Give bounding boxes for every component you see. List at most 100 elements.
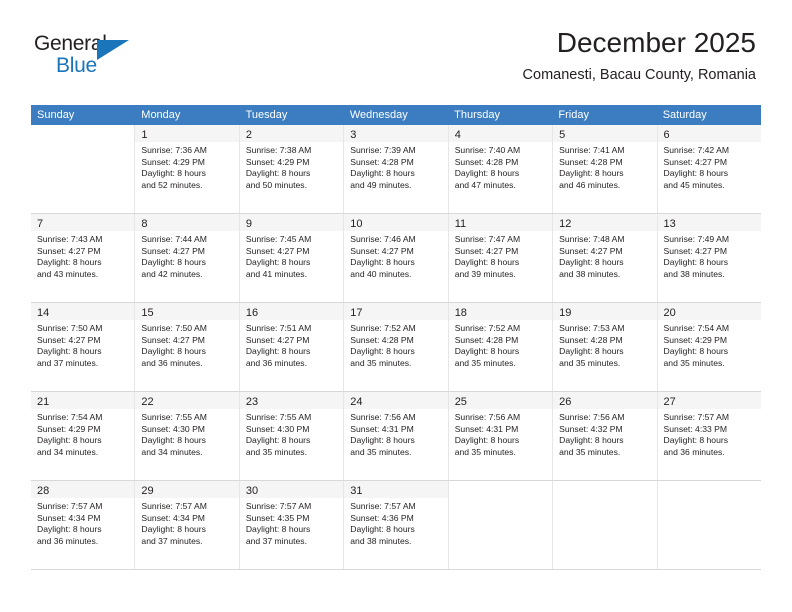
day-sun-info: Sunrise: 7:40 AM Sunset: 4:28 PM Daylight:… — [449, 142, 552, 191]
day-number: 11 — [454, 218, 467, 230]
day-number: 24 — [350, 396, 363, 408]
day-number-bar: 3 — [344, 125, 448, 142]
day-number-bar: 15 — [135, 303, 239, 320]
daylight-text-line1: Daylight: 8 hours — [141, 524, 206, 535]
sunrise-text: Sunrise: 7:47 AM — [454, 234, 521, 244]
sunrise-text: Sunrise: 7:46 AM — [350, 234, 416, 244]
day-number: 15 — [141, 307, 154, 319]
day-sun-info: Sunrise: 7:47 AM Sunset: 4:27 PM Daylight:… — [449, 231, 552, 280]
sunset-text: Sunset: 4:27 PM — [141, 334, 205, 345]
day-number-bar: 30 — [239, 481, 344, 498]
day-number-bar: 29 — [135, 481, 239, 498]
calendar-day-cell-16[interactable]: 16 Sunrise: 7:51 AM Sunset: 4:27 PM Dayligh… — [239, 303, 345, 391]
day-number-bar: 10 — [344, 214, 448, 231]
calendar-day-cell-28[interactable]: 28 Sunrise: 7:57 AM Sunset: 4:34 PM Dayligh… — [31, 481, 136, 569]
day-number: 22 — [141, 396, 154, 408]
sunset-text: Sunset: 4:29 PM — [141, 156, 205, 167]
general-blue-logo[interactable]: General Blue — [34, 32, 154, 84]
day-number: 25 — [454, 396, 467, 408]
daylight-text-line1: Daylight: 8 hours — [559, 435, 624, 446]
day-number: 9 — [245, 218, 252, 230]
day-number: 29 — [141, 485, 154, 497]
calendar-day-cell-5[interactable]: 5 Sunrise: 7:41 AM Sunset: 4:28 PM Daylight… — [553, 125, 658, 213]
daylight-text-line1: Daylight: 8 hours — [350, 435, 415, 446]
weekday-header-wednesday: Wednesday — [349, 109, 408, 121]
daylight-text-line1: Daylight: 8 hours — [350, 168, 415, 179]
sunset-text: Sunset: 4:27 PM — [37, 245, 101, 256]
sunrise-text: Sunrise: 7:55 AM — [141, 412, 207, 422]
sunrise-text: Sunrise: 7:40 AM — [454, 145, 521, 155]
calendar-day-cell-21[interactable]: 21 Sunrise: 7:54 AM Sunset: 4:29 PM Dayligh… — [31, 392, 136, 480]
calendar-day-cell-6[interactable]: 6 Sunrise: 7:42 AM Sunset: 4:27 PM Daylight… — [657, 125, 761, 213]
daylight-text-line2: and 39 minutes. — [454, 268, 516, 279]
calendar-day-cell-26[interactable]: 26 Sunrise: 7:56 AM Sunset: 4:32 PM Dayligh… — [553, 392, 658, 480]
day-number: 27 — [663, 396, 676, 408]
day-sun-info: Sunrise: 7:50 AM Sunset: 4:27 PM Daylight:… — [31, 320, 134, 369]
day-sun-info: Sunrise: 7:51 AM Sunset: 4:27 PM Daylight:… — [240, 320, 343, 369]
sunset-text: Sunset: 4:27 PM — [663, 245, 728, 256]
calendar-day-cell-15[interactable]: 15 Sunrise: 7:50 AM Sunset: 4:27 PM Dayligh… — [135, 303, 240, 391]
day-number: 10 — [350, 218, 363, 230]
calendar-day-cell-27[interactable]: 27 Sunrise: 7:57 AM Sunset: 4:33 PM Dayligh… — [657, 392, 761, 480]
daylight-text-line1: Daylight: 8 hours — [559, 346, 624, 357]
sunset-text: Sunset: 4:27 PM — [37, 334, 101, 345]
sunset-text: Sunset: 4:30 PM — [245, 423, 310, 434]
sunset-text: Sunset: 4:27 PM — [350, 245, 414, 256]
calendar-day-cell-9[interactable]: 9 Sunrise: 7:45 AM Sunset: 4:27 PM Daylight… — [239, 214, 345, 302]
calendar-day-cell-18[interactable]: 18 Sunrise: 7:52 AM Sunset: 4:28 PM Dayligh… — [448, 303, 554, 391]
weekday-header-row: Sunday Monday Tuesday Wednesday Thursday Frid… — [31, 105, 761, 125]
calendar-day-cell-19[interactable]: 19 Sunrise: 7:53 AM Sunset: 4:28 PM Dayligh… — [553, 303, 658, 391]
sunset-text: Sunset: 4:28 PM — [454, 334, 519, 345]
day-number-bar: 27 — [657, 392, 761, 409]
day-number: 1 — [141, 129, 148, 141]
calendar-day-cell-17[interactable]: 17 Sunrise: 7:52 AM Sunset: 4:28 PM Dayligh… — [344, 303, 449, 391]
calendar-day-cell-14[interactable]: 14 Sunrise: 7:50 AM Sunset: 4:27 PM Dayligh… — [31, 303, 136, 391]
calendar-day-cell-8[interactable]: 8 Sunrise: 7:44 AM Sunset: 4:27 PM Daylight… — [135, 214, 240, 302]
calendar-day-cell-24[interactable]: 24 Sunrise: 7:56 AM Sunset: 4:31 PM Dayligh… — [344, 392, 449, 480]
calendar-day-cell-25[interactable]: 25 Sunrise: 7:56 AM Sunset: 4:31 PM Dayligh… — [448, 392, 554, 480]
sunrise-text: Sunrise: 7:54 AM — [37, 412, 103, 422]
sunrise-text: Sunrise: 7:54 AM — [663, 323, 729, 333]
day-number: 2 — [245, 129, 252, 141]
sunrise-text: Sunrise: 7:56 AM — [454, 412, 521, 422]
day-number: 20 — [663, 307, 676, 319]
calendar-day-cell-31[interactable]: 31 Sunrise: 7:57 AM Sunset: 4:36 PM Dayligh… — [344, 481, 449, 569]
day-number: 17 — [350, 307, 363, 319]
calendar-week-row: 1 Sunrise: 7:36 AM Sunset: 4:29 PM Daylight… — [31, 125, 761, 214]
day-number-bar — [31, 125, 134, 142]
day-number-bar: 8 — [135, 214, 239, 231]
calendar-day-cell-23[interactable]: 23 Sunrise: 7:55 AM Sunset: 4:30 PM Dayligh… — [239, 392, 345, 480]
calendar-day-cell-2[interactable]: 2 Sunrise: 7:38 AM Sunset: 4:29 PM Daylight… — [239, 125, 345, 213]
calendar-day-cell-11[interactable]: 11 Sunrise: 7:47 AM Sunset: 4:27 PM Dayligh… — [448, 214, 554, 302]
calendar-week-row: 21 Sunrise: 7:54 AM Sunset: 4:29 PM Dayligh… — [31, 392, 761, 481]
day-sun-info: Sunrise: 7:49 AM Sunset: 4:27 PM Daylight:… — [658, 231, 761, 280]
sunset-text: Sunset: 4:28 PM — [350, 334, 414, 345]
logo-text-general: General — [34, 32, 107, 55]
calendar-day-cell-10[interactable]: 10 Sunrise: 7:46 AM Sunset: 4:27 PM Dayligh… — [344, 214, 449, 302]
day-number: 7 — [37, 218, 44, 230]
day-number-bar: 6 — [657, 125, 761, 142]
calendar-page: General Blue December 2025 Comanesti, Ba… — [0, 0, 792, 612]
calendar-day-cell-4[interactable]: 4 Sunrise: 7:40 AM Sunset: 4:28 PM Daylight… — [448, 125, 554, 213]
calendar-day-cell-7[interactable]: 7 Sunrise: 7:43 AM Sunset: 4:27 PM Daylight… — [31, 214, 136, 302]
daylight-text-line2: and 35 minutes. — [245, 446, 307, 457]
daylight-text-line2: and 37 minutes. — [37, 357, 99, 368]
calendar-day-cell-20[interactable]: 20 Sunrise: 7:54 AM Sunset: 4:29 PM Dayligh… — [657, 303, 761, 391]
daylight-text-line2: and 46 minutes. — [559, 179, 621, 190]
sunset-text: Sunset: 4:33 PM — [663, 423, 728, 434]
calendar-day-cell-1[interactable]: 1 Sunrise: 7:36 AM Sunset: 4:29 PM Daylight… — [135, 125, 240, 213]
calendar-day-cell-12[interactable]: 12 Sunrise: 7:48 AM Sunset: 4:27 PM Dayligh… — [553, 214, 658, 302]
day-number-bar: 23 — [239, 392, 344, 409]
sunrise-text: Sunrise: 7:57 AM — [245, 501, 312, 511]
calendar-day-cell-30[interactable]: 30 Sunrise: 7:57 AM Sunset: 4:35 PM Dayligh… — [239, 481, 345, 569]
daylight-text-line2: and 47 minutes. — [454, 179, 516, 190]
calendar-day-cell-3[interactable]: 3 Sunrise: 7:39 AM Sunset: 4:28 PM Daylight… — [344, 125, 449, 213]
day-sun-info: Sunrise: 7:55 AM Sunset: 4:30 PM Daylight:… — [135, 409, 238, 458]
calendar-day-cell-13[interactable]: 13 Sunrise: 7:49 AM Sunset: 4:27 PM Dayligh… — [657, 214, 761, 302]
calendar-day-cell-22[interactable]: 22 Sunrise: 7:55 AM Sunset: 4:30 PM Dayligh… — [135, 392, 240, 480]
daylight-text-line1: Daylight: 8 hours — [37, 257, 102, 268]
calendar-day-cell-29[interactable]: 29 Sunrise: 7:57 AM Sunset: 4:34 PM Dayligh… — [135, 481, 240, 569]
sunrise-text: Sunrise: 7:38 AM — [245, 145, 312, 155]
daylight-text-line2: and 35 minutes. — [454, 446, 516, 457]
day-number-bar: 28 — [31, 481, 135, 498]
